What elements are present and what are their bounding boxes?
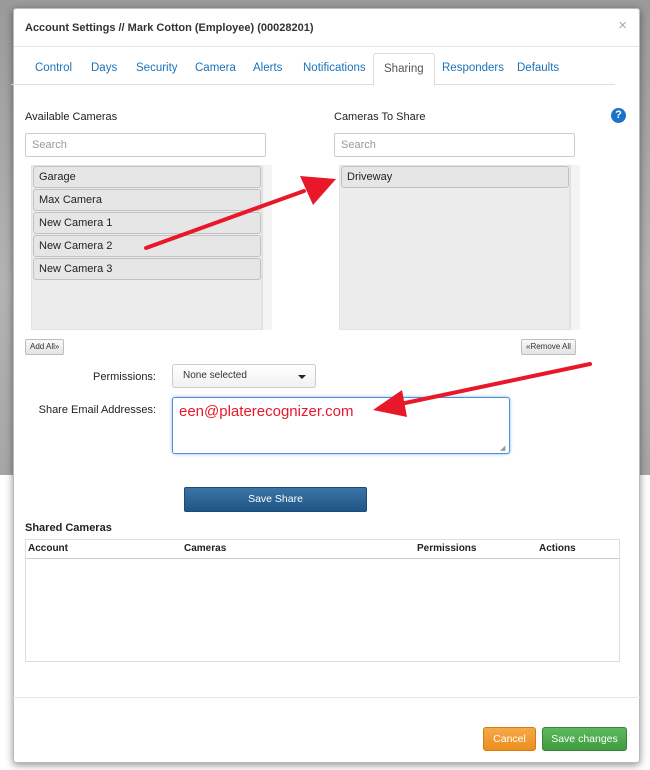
permissions-label: Permissions: xyxy=(93,371,156,383)
dialog-title: Account Settings // Mark Cotton (Employe… xyxy=(25,22,314,34)
shared-cameras-table: Account Cameras Permissions Actions xyxy=(25,539,620,662)
resize-grip-icon[interactable]: ◢ xyxy=(500,444,505,452)
column-header-permissions[interactable]: Permissions xyxy=(417,543,476,554)
camera-item-driveway[interactable]: Driveway xyxy=(341,166,569,188)
column-header-cameras[interactable]: Cameras xyxy=(184,543,226,554)
available-cameras-title: Available Cameras xyxy=(25,111,118,123)
column-header-account[interactable]: Account xyxy=(28,543,68,554)
share-list-scrollbar[interactable] xyxy=(570,165,580,330)
remove-all-button[interactable]: «Remove All xyxy=(521,339,576,355)
tab-notifications[interactable]: Notifications xyxy=(293,53,376,85)
cameras-to-share-list: Driveway xyxy=(339,165,570,330)
share-email-input[interactable]: een@platerecognizer.com xyxy=(172,397,510,454)
tab-sharing[interactable]: Sharing xyxy=(373,53,435,86)
tab-control[interactable]: Control xyxy=(25,53,82,85)
available-search-input[interactable] xyxy=(25,133,266,157)
help-icon[interactable]: ? xyxy=(611,108,626,123)
camera-item-new-camera-3[interactable]: New Camera 3 xyxy=(33,258,261,280)
permissions-dropdown[interactable]: None selected xyxy=(172,364,316,388)
add-all-button[interactable]: Add All» xyxy=(25,339,65,355)
save-changes-button[interactable]: Save changes xyxy=(542,727,627,751)
shared-cameras-title: Shared Cameras xyxy=(25,522,112,534)
tab-security[interactable]: Security xyxy=(126,53,188,85)
share-search-input[interactable] xyxy=(334,133,575,157)
camera-item-garage[interactable]: Garage xyxy=(33,166,261,188)
available-list-scrollbar[interactable] xyxy=(262,165,272,330)
settings-tabs: Control Days Security Camera Alerts Noti… xyxy=(11,53,615,86)
camera-item-new-camera-2[interactable]: New Camera 2 xyxy=(33,235,261,257)
column-header-actions[interactable]: Actions xyxy=(539,543,576,554)
caret-down-icon xyxy=(298,375,306,379)
cancel-button[interactable]: Cancel xyxy=(483,727,536,751)
camera-item-max-camera[interactable]: Max Camera xyxy=(33,189,261,211)
tab-defaults[interactable]: Defaults xyxy=(507,53,569,85)
permissions-selected-value: None selected xyxy=(183,370,247,381)
tab-responders[interactable]: Responders xyxy=(432,53,514,85)
close-icon[interactable]: × xyxy=(618,17,627,34)
camera-item-new-camera-1[interactable]: New Camera 1 xyxy=(33,212,261,234)
cameras-to-share-title: Cameras To Share xyxy=(334,111,426,123)
dialog-header: Account Settings // Mark Cotton (Employe… xyxy=(14,9,639,47)
tab-camera[interactable]: Camera xyxy=(185,53,246,85)
tab-days[interactable]: Days xyxy=(81,53,127,85)
table-header-row: Account Cameras Permissions Actions xyxy=(26,540,619,559)
tab-alerts[interactable]: Alerts xyxy=(243,53,292,85)
share-email-label: Share Email Addresses: xyxy=(38,404,156,416)
available-cameras-list: Garage Max Camera New Camera 1 New Camer… xyxy=(31,165,262,330)
save-share-button[interactable]: Save Share xyxy=(184,487,367,512)
